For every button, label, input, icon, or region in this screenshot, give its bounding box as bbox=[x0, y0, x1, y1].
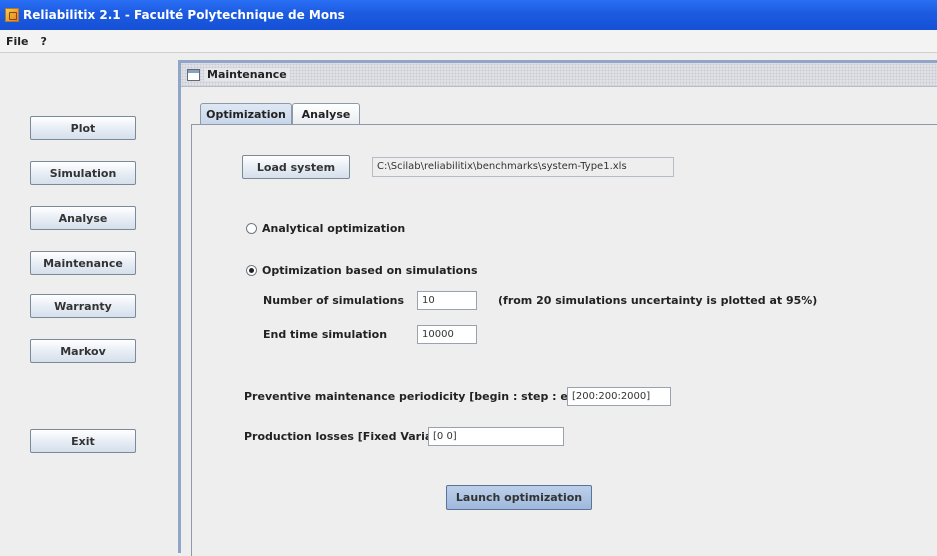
menu-file[interactable]: File bbox=[0, 35, 35, 48]
markov-button[interactable]: Markov bbox=[30, 339, 136, 363]
window-title: Reliabilitix 2.1 - Faculté Polytechnique… bbox=[23, 8, 345, 22]
maintenance-button[interactable]: Maintenance bbox=[30, 251, 136, 275]
maintenance-frame: Maintenance Optimization Analyse Load sy… bbox=[178, 60, 937, 556]
radio-simulation-optimization[interactable]: Optimization based on simulations bbox=[246, 264, 478, 277]
system-path-field[interactable]: C:\Scilab\reliabilitix\benchmarks\system… bbox=[372, 157, 674, 177]
app-icon bbox=[5, 8, 19, 22]
tab-optimization[interactable]: Optimization bbox=[200, 103, 292, 124]
radio-simulation-indicator[interactable] bbox=[246, 265, 257, 276]
plot-button[interactable]: Plot bbox=[30, 116, 136, 140]
simulation-button[interactable]: Simulation bbox=[30, 161, 136, 185]
radio-simulation-label: Optimization based on simulations bbox=[262, 264, 478, 277]
production-losses-label: Production losses [Fixed Variable] bbox=[244, 430, 457, 443]
num-simulations-label: Number of simulations bbox=[263, 294, 405, 307]
radio-analytical-optimization[interactable]: Analytical optimization bbox=[246, 222, 405, 235]
load-system-button[interactable]: Load system bbox=[242, 155, 350, 179]
num-simulations-input[interactable]: 10 bbox=[417, 291, 477, 310]
periodicity-input[interactable]: [200:200:2000] bbox=[567, 387, 671, 406]
tab-analyse[interactable]: Analyse bbox=[292, 103, 360, 124]
frame-title: Maintenance bbox=[204, 68, 290, 81]
periodicity-label: Preventive maintenance periodicity [begi… bbox=[244, 390, 589, 403]
menu-help[interactable]: ? bbox=[35, 35, 53, 48]
exit-button[interactable]: Exit bbox=[30, 429, 136, 453]
frame-title-bar[interactable]: Maintenance bbox=[181, 63, 937, 87]
warranty-button[interactable]: Warranty bbox=[30, 294, 136, 318]
end-time-input[interactable]: 10000 bbox=[417, 325, 477, 344]
window-title-bar[interactable]: Reliabilitix 2.1 - Faculté Polytechnique… bbox=[0, 0, 937, 30]
frame-window-icon bbox=[187, 68, 200, 81]
sidebar: Plot Simulation Analyse Maintenance Warr… bbox=[0, 53, 170, 553]
end-time-label: End time simulation bbox=[263, 328, 388, 341]
radio-analytical-label: Analytical optimization bbox=[262, 222, 406, 235]
menu-bar: File ? bbox=[0, 30, 937, 53]
radio-analytical-indicator[interactable] bbox=[246, 223, 257, 234]
optimization-panel: Load system C:\Scilab\reliabilitix\bench… bbox=[191, 124, 937, 556]
launch-optimization-button[interactable]: Launch optimization bbox=[446, 485, 592, 510]
num-simulations-note: (from 20 simulations uncertainty is plot… bbox=[498, 294, 818, 307]
analyse-button[interactable]: Analyse bbox=[30, 206, 136, 230]
production-losses-input[interactable]: [0 0] bbox=[428, 427, 564, 446]
